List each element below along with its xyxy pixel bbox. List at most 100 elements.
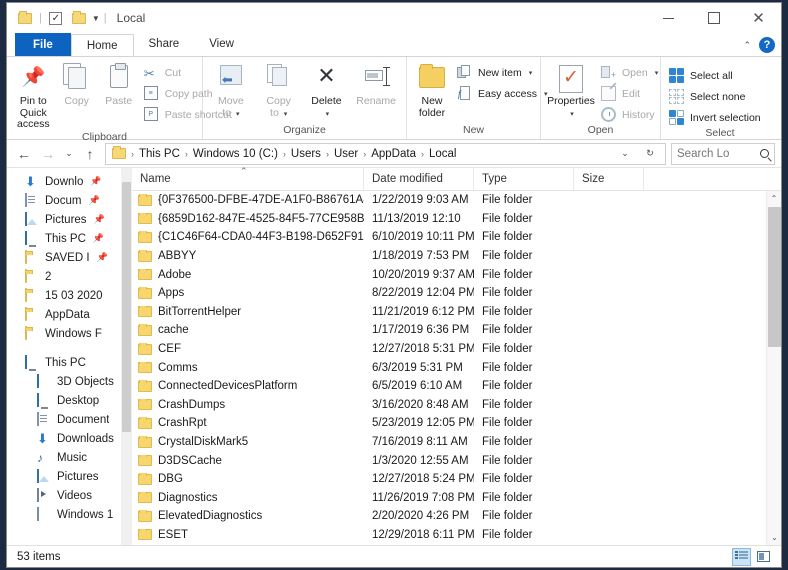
table-row[interactable]: cache 1/17/2019 6:36 PM File folder [132,321,766,340]
table-row[interactable]: BitTorrentHelper 11/21/2019 6:12 PM File f… [132,303,766,322]
scroll-down-button[interactable]: ⌄ [767,530,781,545]
sidebar-item-this-pc-quick[interactable]: This PC 📌 [7,229,132,248]
tab-file[interactable]: File [15,33,71,56]
table-row[interactable]: {0F376500-DFBE-47DE-A1F0-B86761A82B 1/22/… [132,191,766,210]
history-button[interactable]: History [597,106,662,124]
qat-chevron-down-icon[interactable]: ▼ [92,14,100,23]
table-row[interactable]: CEF 12/27/2018 5:31 PM File folder [132,340,766,359]
search-input[interactable]: Search Lo [677,148,760,160]
chevron-up-icon[interactable]: ⌃ [743,40,751,51]
tab-home[interactable]: Home [70,34,134,57]
table-row[interactable]: D3DSCache 1/3/2020 12:55 AM File folder [132,451,766,470]
file-name-label: cache [158,324,189,337]
select-all-button[interactable]: Select all [665,67,765,85]
table-row[interactable]: Diagnostics 11/26/2019 7:08 PM File folder [132,489,766,508]
paste-button[interactable]: Paste [98,59,140,108]
breadcrumb-local[interactable]: Local [427,148,459,160]
address-chevron-down-icon[interactable]: ⌄ [617,143,633,165]
sidebar-scrollbar[interactable] [121,168,132,545]
sidebar-item-document[interactable]: Document [7,410,132,429]
table-row[interactable]: {C1C46F64-CDA0-44F3-B198-D652F918E4 6/10/… [132,228,766,247]
close-button[interactable]: ✕ [736,3,781,33]
move-to-button[interactable]: ⬅ Move to ▾ [207,59,255,120]
table-row[interactable]: DBG 12/27/2018 5:24 PM File folder [132,470,766,489]
breadcrumb-appdata[interactable]: AppData [369,148,418,160]
column-header-date-modified[interactable]: Date modified [364,167,474,191]
sidebar-item-saved[interactable]: SAVED I 📌 [7,248,132,267]
forward-button[interactable]: → [37,143,59,165]
sidebar-item-documents[interactable]: Docum 📌 [7,191,132,210]
back-button[interactable]: ← [13,143,35,165]
copy-button[interactable]: Copy [56,59,98,108]
open-button[interactable]: + Open ▾ [597,64,662,82]
column-header-name[interactable]: Name ⌃ [132,166,364,191]
sidebar-item-pictures-pc[interactable]: Pictures [7,467,132,486]
details-view-button[interactable] [732,547,751,566]
easy-access-button[interactable]: ƒ Easy access ▾ [453,85,551,103]
breadcrumb-bar[interactable]: › This PC › Windows 10 (C:) › Users › Us… [105,142,666,165]
edit-button[interactable]: Edit [597,85,662,103]
sidebar-scrollbar-thumb[interactable] [122,182,131,432]
tab-share[interactable]: Share [134,33,195,56]
sidebar-item-pictures[interactable]: Pictures 📌 [7,210,132,229]
sidebar-item-15-03-2020[interactable]: 15 03 2020 [7,286,132,305]
breadcrumb-user[interactable]: User [332,148,360,160]
sidebar-item-windows-drive[interactable]: Windows 1 ⌄ [7,505,132,524]
breadcrumb-users[interactable]: Users [289,148,323,160]
new-folder-button[interactable]: New folder [411,59,453,119]
up-button[interactable]: ↑ [79,143,101,165]
sidebar-item-3d-objects[interactable]: 3D Objects [7,372,132,391]
sidebar-item-windows-f[interactable]: Windows F [7,324,132,343]
qat-properties-icon[interactable]: ✓ [46,8,66,28]
table-row[interactable]: ElevatedDiagnostics 2/20/2020 4:26 PM File… [132,507,766,526]
sidebar-item-documents-label: Docum [45,194,82,207]
column-header-size[interactable]: Size [574,167,644,191]
table-row[interactable]: {6859D162-847E-4525-84F5-77CE958BAC 11/13… [132,210,766,229]
tab-view[interactable]: View [194,33,249,56]
qat-folder-icon[interactable] [15,8,35,28]
maximize-button[interactable] [691,3,736,33]
minimize-button[interactable] [646,3,691,33]
sidebar-item-music[interactable]: ♪ Music [7,448,132,467]
breadcrumb-windows-10-c[interactable]: Windows 10 (C:) [191,148,280,160]
sidebar-item-this-pc[interactable]: This PC [7,353,132,372]
table-row[interactable]: ConnectedDevicesPlatform 6/5/2019 6:10 AM… [132,377,766,396]
rename-button[interactable]: Rename [350,59,402,108]
sidebar-item-videos[interactable]: Videos [7,486,132,505]
scroll-up-button[interactable]: ⌃ [767,191,781,206]
file-list-scrollbar-thumb[interactable] [768,207,781,347]
pictures-icon [37,468,52,484]
search-icon[interactable] [760,149,769,158]
breadcrumb-this-pc[interactable]: This PC [137,148,182,160]
clipboard-group-label: Clipboard [82,130,127,143]
properties-button[interactable]: ✓ Properties ▾ [545,59,597,120]
ribbon-group-organize: ⬅ Move to ▾ Copy to ▾ ✕ Delete ▾ Rename Org… [203,57,407,139]
invert-selection-button[interactable]: Invert selection [665,109,765,127]
sidebar-item-downloads-pc[interactable]: ⬇ Downloads [7,429,132,448]
table-row[interactable]: CrashRpt 5/23/2019 12:05 PM File folder [132,414,766,433]
large-icons-view-button[interactable] [754,548,773,566]
table-row[interactable]: CrystalDiskMark5 7/16/2019 8:11 AM File fo… [132,433,766,452]
refresh-icon[interactable]: ↻ [642,143,658,165]
pin-to-quick-access-button[interactable]: 📌 Pin to Quick access [11,59,56,131]
qat-new-folder-icon[interactable] [69,8,89,28]
file-list-scrollbar[interactable]: ⌃ ⌄ [766,191,781,545]
copy-to-button[interactable]: Copy to ▾ [255,59,303,120]
help-button[interactable]: ? [759,37,775,53]
table-row[interactable]: Comms 6/3/2019 5:31 PM File folder [132,358,766,377]
table-row[interactable]: ESET 12/29/2018 6:11 PM File folder [132,526,766,545]
column-header-type[interactable]: Type [474,167,574,191]
sidebar-item-downloads[interactable]: ⬇ Downlo 📌 [7,172,132,191]
table-row[interactable]: Adobe 10/20/2019 9:37 AM File folder [132,265,766,284]
select-none-button[interactable]: Select none [665,88,765,106]
sidebar-item-desktop[interactable]: Desktop [7,391,132,410]
table-row[interactable]: ABBYY 1/18/2019 7:53 PM File folder [132,247,766,266]
recent-locations-button[interactable]: ⌄ [61,143,77,165]
search-box[interactable]: Search Lo [671,142,775,165]
new-item-button[interactable]: New item ▾ [453,64,551,82]
delete-button[interactable]: ✕ Delete ▾ [303,59,351,120]
table-row[interactable]: CrashDumps 3/16/2020 8:48 AM File folder [132,396,766,415]
sidebar-item-appdata[interactable]: AppData [7,305,132,324]
sidebar-item-2[interactable]: 2 [7,267,132,286]
table-row[interactable]: Apps 8/22/2019 12:04 PM File folder [132,284,766,303]
